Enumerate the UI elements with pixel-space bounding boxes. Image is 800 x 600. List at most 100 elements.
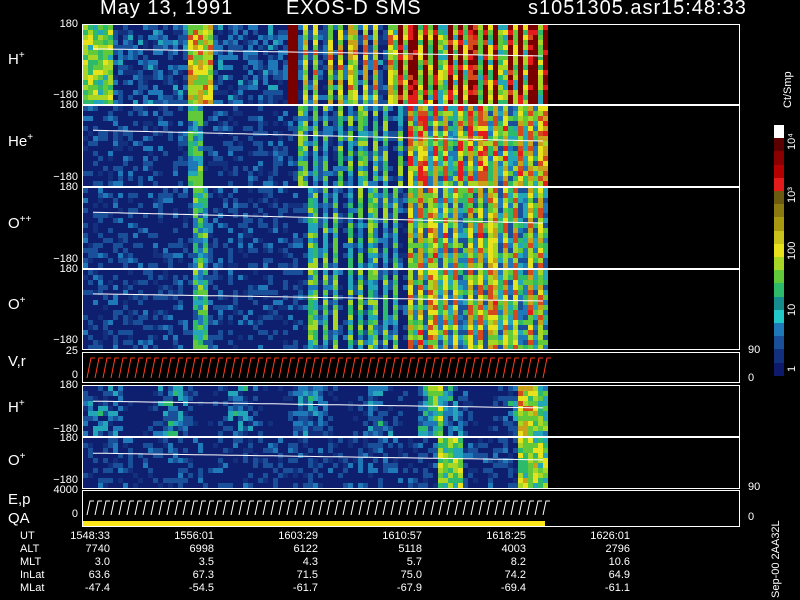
spectrogram-cell: [368, 285, 373, 290]
spectrogram-cell: [123, 65, 128, 70]
spectrogram-cell: [268, 100, 273, 104]
spectrogram-cell: [143, 65, 148, 70]
spectrogram-cell: [508, 90, 513, 95]
spectrogram-cell: [468, 176, 473, 181]
spectrogram-cell: [163, 100, 168, 104]
spectrogram-cell: [463, 141, 468, 146]
spectrogram-cell: [408, 340, 413, 345]
spectrogram-cell: [118, 238, 123, 243]
spectrogram-cell: [393, 458, 398, 463]
spectrogram-cell: [178, 290, 183, 295]
spectrogram-cell: [463, 253, 468, 258]
spectrogram-cell: [118, 330, 123, 335]
spectrogram-cell: [518, 248, 523, 253]
spectrogram-cell: [533, 106, 538, 111]
spectrogram-cell: [508, 315, 513, 320]
spectrogram-cell: [323, 116, 328, 121]
spectrogram-cell: [438, 340, 443, 345]
spectrogram-cell: [368, 330, 373, 335]
spectrogram-cell: [493, 146, 498, 151]
spectrogram-cell: [193, 65, 198, 70]
spectrogram-cell: [483, 121, 488, 126]
spectrogram-cell: [348, 171, 353, 176]
spectrogram-cell: [268, 188, 273, 193]
spectrogram-cell: [363, 411, 368, 416]
spectrogram-cell: [168, 421, 173, 426]
spectrogram-cell: [308, 426, 313, 431]
spectrogram-cell: [363, 131, 368, 136]
spectrogram-cell: [538, 213, 543, 218]
spectrogram-cell: [253, 213, 258, 218]
spectrogram-cell: [113, 121, 118, 126]
spectrogram-cell: [273, 161, 278, 166]
spectrogram-cell: [443, 213, 448, 218]
spectrogram-cell: [138, 141, 143, 146]
spectrogram-cell: [168, 290, 173, 295]
spectrogram-cell: [233, 45, 238, 50]
spectrogram-cell: [543, 50, 548, 55]
spectrogram-cell: [198, 213, 203, 218]
spectrogram-cell: [493, 90, 498, 95]
spectrogram-cell: [428, 396, 433, 401]
spectrogram-cell: [483, 146, 488, 151]
spectrogram-cell: [413, 468, 418, 473]
spectrogram-cell: [423, 391, 428, 396]
spectrogram-cell: [348, 203, 353, 208]
spectrogram-cell: [323, 213, 328, 218]
spectrogram-cell: [383, 151, 388, 156]
spectrogram-cell: [333, 396, 338, 401]
spectrogram-cell: [463, 95, 468, 100]
spectrogram-cell: [488, 90, 493, 95]
spectrogram-cell: [108, 85, 113, 90]
spectrogram-cell: [213, 35, 218, 40]
spectrogram-cell: [373, 75, 378, 80]
spectrogram-cell: [243, 386, 248, 391]
spectrogram-cell: [188, 106, 193, 111]
spectrogram-cell: [423, 198, 428, 203]
spectrogram-cell: [113, 75, 118, 80]
spectrogram-cell: [313, 458, 318, 463]
spectrogram-cell: [378, 80, 383, 85]
spectrogram-cell: [408, 290, 413, 295]
spectrogram-cell: [268, 60, 273, 65]
spectrogram-cell: [308, 406, 313, 411]
spectrogram-cell: [328, 131, 333, 136]
spectrogram-cell: [528, 416, 533, 421]
spectrogram-cell: [323, 131, 328, 136]
spectrogram-cell: [208, 95, 213, 100]
spectrogram-cell: [438, 223, 443, 228]
spectrogram-cell: [403, 25, 408, 30]
spectrogram-cell: [258, 95, 263, 100]
spectrogram-cell: [138, 300, 143, 305]
spectrogram-cell: [498, 253, 503, 258]
spectrogram-cell: [418, 330, 423, 335]
spectrogram-cell: [528, 258, 533, 263]
spectrogram-cell: [303, 411, 308, 416]
spectrogram-cell: [198, 100, 203, 104]
spectrogram-cell: [318, 116, 323, 121]
spectrogram-cell: [168, 50, 173, 55]
spectrogram-cell: [423, 416, 428, 421]
spectrogram-cell: [308, 335, 313, 340]
spectrogram-cell: [448, 263, 453, 268]
spectrogram-cell: [323, 30, 328, 35]
spectrogram-cell: [418, 443, 423, 448]
spectrogram-cell: [383, 100, 388, 104]
spectrogram-cell: [303, 218, 308, 223]
spectrogram-cell: [373, 431, 378, 436]
spectrogram-cell: [483, 290, 488, 295]
spectrogram-cell: [493, 151, 498, 156]
spectrogram-cell: [478, 285, 483, 290]
spectrogram-cell: [368, 248, 373, 253]
spectrogram-cell: [228, 40, 233, 45]
spectrogram-cell: [488, 151, 493, 156]
spectrogram-cell: [363, 443, 368, 448]
spectrogram-cell: [293, 40, 298, 45]
spectrogram-cell: [513, 161, 518, 166]
spectrogram-cell: [198, 70, 203, 75]
spectrogram-cell: [143, 106, 148, 111]
spectrogram-cell: [88, 270, 93, 275]
spectrogram-cell: [348, 305, 353, 310]
spectrogram-cell: [508, 146, 513, 151]
spectrogram-cell: [423, 151, 428, 156]
